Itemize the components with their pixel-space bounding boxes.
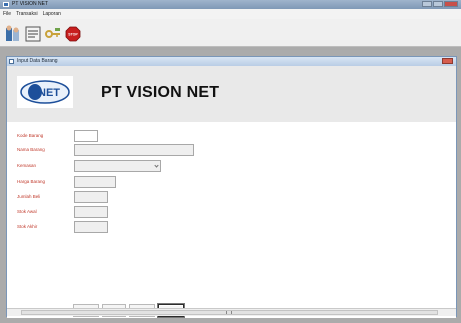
maximize-button[interactable] [433,1,443,7]
company-logo: NET [17,76,73,108]
app-icon [3,2,9,7]
app-title: PT VISION NET [12,1,49,7]
form-icon [9,59,14,64]
menu-file[interactable]: File [3,11,11,17]
stok-akhir-input[interactable] [74,221,108,233]
kode-barang-input[interactable] [74,130,98,142]
label-kode-barang: Kode Barang [17,133,44,138]
input-data-barang-window: Input Data Barang NET PT VISION NET Kode… [6,56,457,318]
form-area: Kode Barang Nama Barang Kemasan Harga Ba… [7,122,456,318]
close-button[interactable] [444,1,458,7]
scrollbar-grip-icon [226,311,232,314]
jumlah-beli-input[interactable] [74,191,108,203]
window-controls [422,1,458,7]
chevron-down-icon [154,163,159,168]
label-kemasan: Kemasan [17,163,37,168]
label-jumlah-beli: Jumlah Beli [17,194,41,199]
key-icon[interactable] [44,24,60,42]
label-stok-akhir: Stok Akhir [17,224,38,229]
svg-text:STOP: STOP [68,33,78,37]
kemasan-select[interactable] [74,160,161,172]
users-icon[interactable] [4,24,20,42]
logo-text: NET [38,87,60,99]
harga-barang-input[interactable] [74,176,116,188]
toolbar: STOP [0,19,461,47]
label-stok-awal: Stok Awal [17,209,37,214]
menu-transaksi[interactable]: Transaksi [16,11,38,17]
stok-awal-input[interactable] [74,206,108,218]
menu-laporan[interactable]: Laporan [43,11,61,17]
minimize-button[interactable] [422,1,432,7]
form-header: NET PT VISION NET [7,66,456,122]
child-close-button[interactable] [442,58,453,64]
child-title: Input Data Barang [17,58,58,64]
app-titlebar: PT VISION NET [0,0,461,9]
label-nama-barang: Nama Barang [17,147,45,152]
stop-icon[interactable]: STOP [64,24,81,42]
horizontal-scrollbar[interactable] [7,308,456,316]
label-harga-barang: Harga Barang [17,179,46,184]
child-titlebar: Input Data Barang [7,57,456,66]
nama-barang-input[interactable] [74,144,194,156]
company-name: PT VISION NET [101,84,220,101]
list-icon[interactable] [24,24,41,42]
menu-bar: File Transaksi Laporan [0,9,461,19]
